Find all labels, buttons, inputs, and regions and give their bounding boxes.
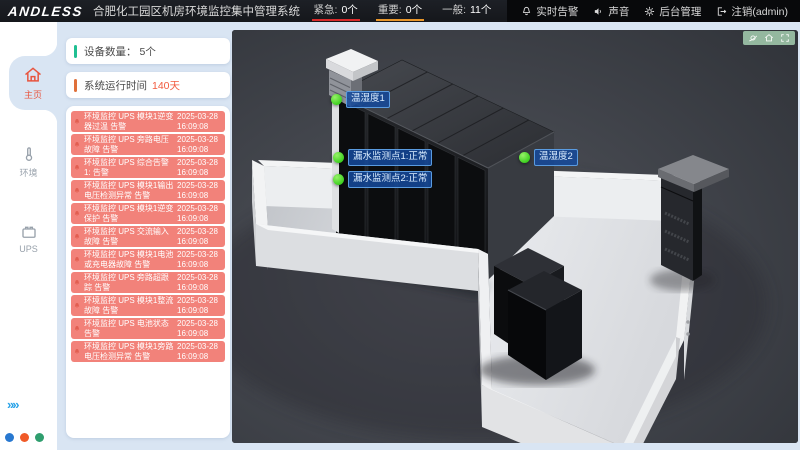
alarm-bell-icon	[73, 325, 81, 333]
brand-dots	[5, 433, 44, 442]
blue-dot	[5, 433, 14, 442]
orbit-reset-icon[interactable]	[748, 33, 758, 43]
home-view-icon[interactable]	[764, 33, 774, 43]
home-icon	[23, 65, 43, 85]
sidebar-item-label: UPS	[19, 244, 38, 254]
alarm-list-item[interactable]: 环境监控 UPS 旁路超跟踪 告警 2025-03-2816:09:08	[71, 272, 225, 293]
alarm-bell-icon	[73, 302, 81, 310]
orange-accent-bar	[74, 79, 77, 92]
header-actions: 实时告警 声音 后台管理 注销(admin)	[507, 0, 800, 22]
overview-panel: 设备数量： 5个 系统运行时间 140天 环境监控 UPS 模块1逆变器过温 告…	[66, 38, 230, 446]
sensor-label-temp-humidity-2[interactable]: 温湿度2	[519, 149, 578, 166]
alarm-bell-icon	[73, 164, 81, 172]
stat-important[interactable]: 重要: 0个	[376, 1, 424, 21]
sidebar-item-label: 主页	[24, 88, 42, 101]
left-sidebar: 主页 环境 UPS »»	[0, 22, 57, 450]
device-count-card: 设备数量： 5个	[66, 38, 230, 64]
thermometer-icon	[20, 145, 38, 163]
alarm-list-item[interactable]: 环境监控 UPS 电池状态 告警 2025-03-2816:09:08	[71, 318, 225, 339]
status-dot-normal	[333, 174, 344, 185]
alarm-list-item[interactable]: 环境监控 UPS 模块1电池或充电器故障 告警 2025-03-2816:09:…	[71, 249, 225, 270]
status-dot-normal	[519, 152, 530, 163]
alarm-list-item[interactable]: 环境监控 UPS 模块1输出电压检测异常 告警 2025-03-2816:09:…	[71, 180, 225, 201]
green-dot	[35, 433, 44, 442]
alarm-list-item[interactable]: 环境监控 UPS 模块1逆变器过温 告警 2025-03-2816:09:08	[71, 111, 225, 132]
sidebar-collapse-button[interactable]: »»	[7, 397, 17, 412]
alarm-list: 环境监控 UPS 模块1逆变器过温 告警 2025-03-2816:09:08 …	[66, 106, 230, 438]
realtime-alarm-button[interactable]: 实时告警	[521, 4, 578, 19]
alarm-bell-icon	[73, 141, 81, 149]
device-count-label: 设备数量：	[84, 44, 137, 59]
sensor-label-leak-point-1[interactable]: 漏水监测点1:正常	[333, 149, 432, 166]
gear-icon	[644, 6, 655, 17]
logout-button[interactable]: 注销(admin)	[716, 4, 788, 19]
sound-button[interactable]: 声音	[593, 4, 629, 19]
runtime-value: 140天	[152, 78, 180, 93]
sidebar-item-home[interactable]: 主页	[9, 56, 57, 110]
alarm-bell-icon	[73, 279, 81, 287]
sensor-label-leak-point-2[interactable]: 漏水监测点2:正常	[333, 171, 432, 188]
alarm-bell-icon	[73, 187, 81, 195]
alarm-list-item[interactable]: 环境监控 UPS 交流输入故障 告警 2025-03-2816:09:08	[71, 226, 225, 247]
alarm-bell-icon	[73, 233, 81, 241]
green-accent-bar	[74, 45, 77, 58]
sensor-label-temp-humidity-1[interactable]: 温湿度1	[331, 91, 390, 108]
runtime-label: 系统运行时间	[84, 78, 147, 93]
brand-logo: ANDLESS	[0, 4, 94, 19]
battery-icon	[20, 223, 38, 241]
sidebar-item-ups[interactable]: UPS	[0, 214, 57, 263]
speaker-icon	[593, 6, 604, 17]
device-count-value: 5个	[140, 44, 156, 59]
machine-room-3d-view[interactable]: 温湿度1 漏水监测点1:正常 漏水监测点2:正常 温湿度2	[232, 30, 798, 443]
header-right: 紧急: 0个 重要: 0个 一般: 11个 实时告警 声音	[312, 0, 800, 22]
page-title: 合肥化工园区机房环境监控集中管理系统	[93, 3, 300, 19]
orange-dot	[20, 433, 29, 442]
stat-general[interactable]: 一般: 11个	[440, 1, 493, 21]
status-dot-normal	[333, 152, 344, 163]
runtime-card: 系统运行时间 140天	[66, 72, 230, 98]
stat-critical[interactable]: 紧急: 0个	[312, 1, 360, 21]
fullscreen-icon[interactable]	[780, 33, 790, 43]
alarm-list-item[interactable]: 环境监控 UPS 模块1整流故障 告警 2025-03-2816:09:08	[71, 295, 225, 316]
logout-icon	[716, 6, 727, 17]
top-header: ANDLESS 合肥化工园区机房环境监控集中管理系统 紧急: 0个 重要: 0个…	[0, 0, 800, 22]
admin-console-button[interactable]: 后台管理	[644, 4, 701, 19]
bell-icon	[521, 6, 532, 17]
alarm-list-item[interactable]: 环境监控 UPS 综合告警1: 告警 2025-03-2816:09:08	[71, 157, 225, 178]
status-dot-normal	[331, 94, 342, 105]
view-toolbar[interactable]	[743, 31, 795, 45]
alarm-bell-icon	[73, 348, 81, 356]
sidebar-nav: 主页 环境 UPS	[0, 22, 57, 263]
sidebar-item-environment[interactable]: 环境	[0, 136, 57, 188]
room-3d-scene	[232, 30, 798, 443]
alarm-stats: 紧急: 0个 重要: 0个 一般: 11个	[312, 1, 494, 21]
alarm-list-item[interactable]: 环境监控 UPS 模块1逆变保护 告警 2025-03-2816:09:08	[71, 203, 225, 224]
sidebar-item-label: 环境	[19, 166, 37, 179]
alarm-bell-icon	[73, 118, 81, 126]
alarm-list-item[interactable]: 环境监控 UPS 旁路电压故障 告警 2025-03-2816:09:08	[71, 134, 225, 155]
alarm-bell-icon	[73, 256, 81, 264]
alarm-list-item[interactable]: 环境监控 UPS 模块1旁路电压检测异常 告警 2025-03-2816:09:…	[71, 341, 225, 362]
alarm-bell-icon	[73, 210, 81, 218]
